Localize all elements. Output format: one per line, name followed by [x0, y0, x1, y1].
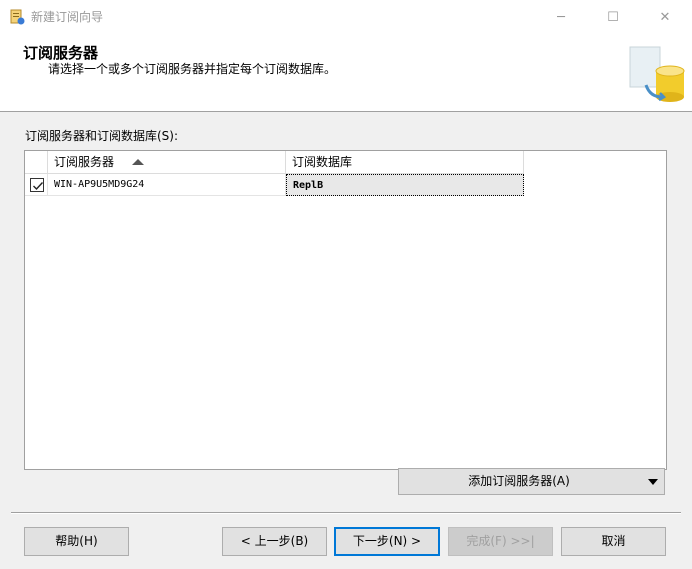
add-subscriber-button[interactable]: 添加订阅服务器(A) — [398, 468, 665, 495]
close-icon: ✕ — [659, 10, 671, 25]
subscribers-list-label: 订阅服务器和订阅数据库(S): — [25, 129, 179, 143]
minimize-icon: ─ — [557, 10, 565, 25]
wizard-header: 订阅服务器 请选择一个或多个订阅服务器并指定每个订阅数据库。 — [0, 35, 692, 112]
back-button[interactable]: < 上一步(B) — [222, 527, 327, 556]
row-checkbox-cell[interactable] — [25, 174, 48, 196]
column-header-database-label: 订阅数据库 — [292, 155, 353, 169]
sort-ascending-icon — [132, 159, 144, 165]
column-header-database[interactable]: 订阅数据库 — [286, 151, 524, 174]
cancel-button[interactable]: 取消 — [561, 527, 666, 556]
subscriber-checkbox[interactable] — [30, 178, 44, 192]
close-button[interactable]: ✕ — [642, 0, 688, 35]
maximize-button[interactable]: ☐ — [590, 0, 636, 35]
column-header-subscriber[interactable]: 订阅服务器 — [48, 151, 286, 174]
window-title: 新建订阅向导 — [31, 10, 104, 24]
next-button[interactable]: 下一步(N) > — [334, 527, 440, 556]
page-subtitle: 请选择一个或多个订阅服务器并指定每个订阅数据库。 — [48, 62, 337, 76]
column-header-subscriber-label: 订阅服务器 — [54, 155, 115, 169]
checkmark-icon — [33, 182, 44, 191]
subscribers-grid[interactable]: 订阅服务器 订阅数据库 WIN-AP9U5MD9G24 ReplB — [24, 150, 667, 470]
subscriber-server-cell[interactable]: WIN-AP9U5MD9G24 — [48, 174, 286, 196]
minimize-button[interactable]: ─ — [538, 0, 584, 35]
wizard-body: 订阅服务器和订阅数据库(S): 订阅服务器 订阅数据库 WIN-AP9U5MD9… — [0, 112, 692, 569]
maximize-icon: ☐ — [607, 10, 619, 25]
page-title: 订阅服务器 — [23, 44, 99, 62]
database-replication-icon — [626, 41, 688, 109]
dropdown-arrow-icon[interactable] — [648, 479, 658, 485]
help-button[interactable]: 帮助(H) — [24, 527, 129, 556]
footer-divider — [11, 512, 681, 514]
subscription-database-cell[interactable]: ReplB — [286, 174, 524, 196]
add-subscriber-label: 添加订阅服务器(A) — [468, 474, 570, 488]
table-row[interactable]: WIN-AP9U5MD9G24 ReplB — [25, 174, 524, 196]
finish-button[interactable]: 完成(F) >>| — [448, 527, 553, 556]
wizard-app-icon — [9, 9, 25, 25]
title-bar: 新建订阅向导 ─ ☐ ✕ — [0, 0, 692, 35]
checkbox-column-header — [25, 151, 48, 174]
